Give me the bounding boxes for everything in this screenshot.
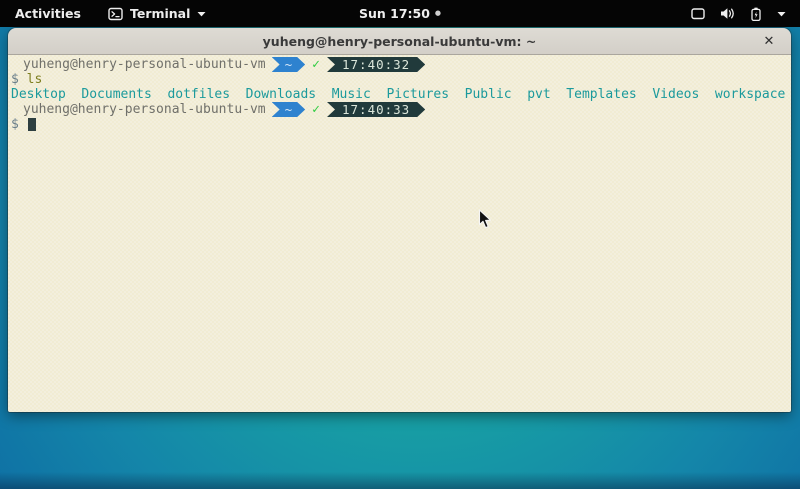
prompt-line-2: yuheng@henry-personal-ubuntu-vm ~ ✓ 17:4…: [11, 102, 788, 117]
activities-button[interactable]: Activities: [0, 0, 96, 27]
prompt-path-segment: ~: [272, 102, 306, 117]
chevron-down-icon: [777, 11, 786, 17]
prompt-status-check-icon: ✓: [312, 102, 320, 117]
prompt-path-segment: ~: [272, 57, 306, 72]
directory-entry: workspace: [715, 87, 785, 102]
terminal-viewport[interactable]: yuheng@henry-personal-ubuntu-vm ~ ✓ 17:4…: [8, 55, 791, 412]
prompt-symbol: $: [11, 117, 19, 132]
window-title: yuheng@henry-personal-ubuntu-vm: ~: [263, 34, 537, 49]
directory-entry: Pictures: [386, 87, 449, 102]
directory-entry: Music: [332, 87, 371, 102]
volume-icon: [720, 7, 735, 20]
directory-entry: Videos: [652, 87, 699, 102]
system-status-area[interactable]: [677, 0, 800, 27]
directory-listing: Desktop Documents dotfiles Downloads Music Pi…: [11, 87, 788, 102]
clock-label[interactable]: Sun 17:50: [359, 6, 430, 21]
directory-entry: Desktop: [11, 87, 66, 102]
terminal-window: yuheng@henry-personal-ubuntu-vm: ~ ✕ yuh…: [8, 28, 791, 412]
directory-entry: Downloads: [246, 87, 316, 102]
activities-label: Activities: [15, 6, 81, 21]
command-line: $ ls: [11, 72, 788, 87]
screen-icon: [691, 7, 705, 20]
prompt-line-1: yuheng@henry-personal-ubuntu-vm ~ ✓ 17:4…: [11, 57, 788, 72]
prompt-time-segment: 17:40:32: [327, 57, 425, 72]
app-menu-button[interactable]: Terminal: [96, 0, 218, 27]
terminal-app-icon: [108, 7, 123, 21]
prompt-symbol: $: [11, 72, 19, 87]
prompt-status-check-icon: ✓: [312, 57, 320, 72]
directory-entry: dotfiles: [167, 87, 230, 102]
typed-command: ls: [27, 72, 43, 87]
gnome-top-bar: Activities Terminal Sun 17:50 ●: [0, 0, 800, 27]
notification-dot: ●: [435, 0, 441, 27]
battery-charging-icon: [750, 7, 762, 21]
terminal-cursor: [28, 118, 36, 131]
directory-entry: Templates: [566, 87, 636, 102]
top-bar-left: Activities Terminal: [0, 0, 218, 27]
prompt-user-host: yuheng@henry-personal-ubuntu-vm: [11, 102, 266, 117]
directory-entry: pvt: [527, 87, 550, 102]
close-icon[interactable]: ✕: [757, 28, 781, 55]
window-title-bar[interactable]: yuheng@henry-personal-ubuntu-vm: ~ ✕: [8, 28, 791, 55]
prompt-user-host: yuheng@henry-personal-ubuntu-vm: [11, 57, 266, 72]
prompt-time-segment: 17:40:33: [327, 102, 425, 117]
desktop-root: Activities Terminal Sun 17:50 ●: [0, 0, 800, 489]
directory-entry: Documents: [81, 87, 151, 102]
input-line: $: [11, 117, 788, 132]
app-menu-chevron-icon: [197, 11, 206, 17]
app-menu-label: Terminal: [130, 6, 190, 21]
directory-entry: Public: [465, 87, 512, 102]
